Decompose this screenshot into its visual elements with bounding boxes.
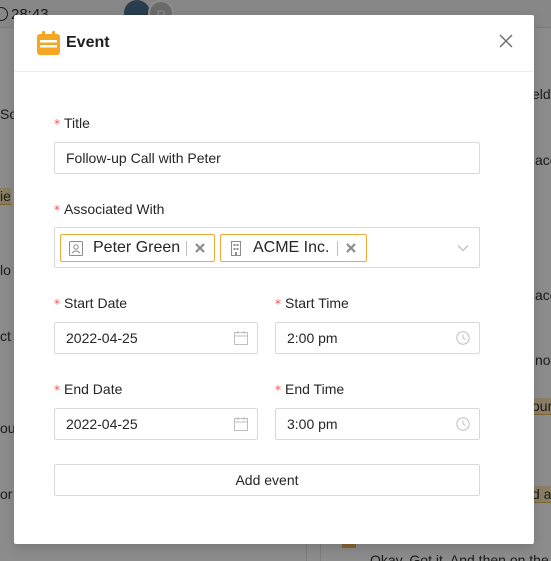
title-input[interactable]: Follow-up Call with Peter [54,142,480,174]
tag-label: Peter Green [93,239,181,256]
clock-icon[interactable] [456,417,470,431]
tag-label: ACME Inc. [253,239,330,256]
start-date-label: * Start Date [54,295,128,311]
associated-with-label: * Associated With [54,201,165,217]
modal-header: Event [14,15,534,72]
chevron-down-icon[interactable] [457,242,469,254]
required-marker: * [54,117,60,131]
add-event-button[interactable]: Add event [54,464,480,496]
start-date-value: 2022-04-25 [66,330,138,346]
start-time-value: 2:00 pm [287,330,338,346]
calendar-icon[interactable] [234,331,248,345]
end-time-label: * End Time [275,381,345,397]
building-icon [231,241,241,256]
event-modal: Event * Title Follow-up Call with Peter *… [14,15,534,544]
tag-divider [337,241,338,256]
required-marker: * [54,383,60,397]
end-date-input[interactable]: 2022-04-25 [54,408,258,440]
required-marker: * [275,383,281,397]
calendar-icon [37,31,60,55]
calendar-icon[interactable] [234,417,248,431]
tag-divider [186,241,187,256]
contact-card-icon [69,241,83,256]
start-time-input[interactable]: 2:00 pm [275,322,480,354]
tag-peter-green: Peter Green [60,234,215,262]
remove-tag-icon[interactable] [343,240,359,256]
start-date-input[interactable]: 2022-04-25 [54,322,258,354]
close-icon[interactable] [498,33,514,49]
end-time-input[interactable]: 3:00 pm [275,408,480,440]
tag-acme-inc: ACME Inc. [220,234,367,262]
required-marker: * [54,203,60,217]
end-date-value: 2022-04-25 [66,416,138,432]
end-date-label: * End Date [54,381,123,397]
title-label: * Title [54,115,90,131]
end-time-value: 3:00 pm [287,416,338,432]
modal-title: Event [66,34,110,51]
clock-icon[interactable] [456,331,470,345]
remove-tag-icon[interactable] [192,240,208,256]
start-time-label: * Start Time [275,295,349,311]
required-marker: * [54,297,60,311]
required-marker: * [275,297,281,311]
associated-with-select[interactable]: Peter Green ACME Inc. [54,227,480,268]
